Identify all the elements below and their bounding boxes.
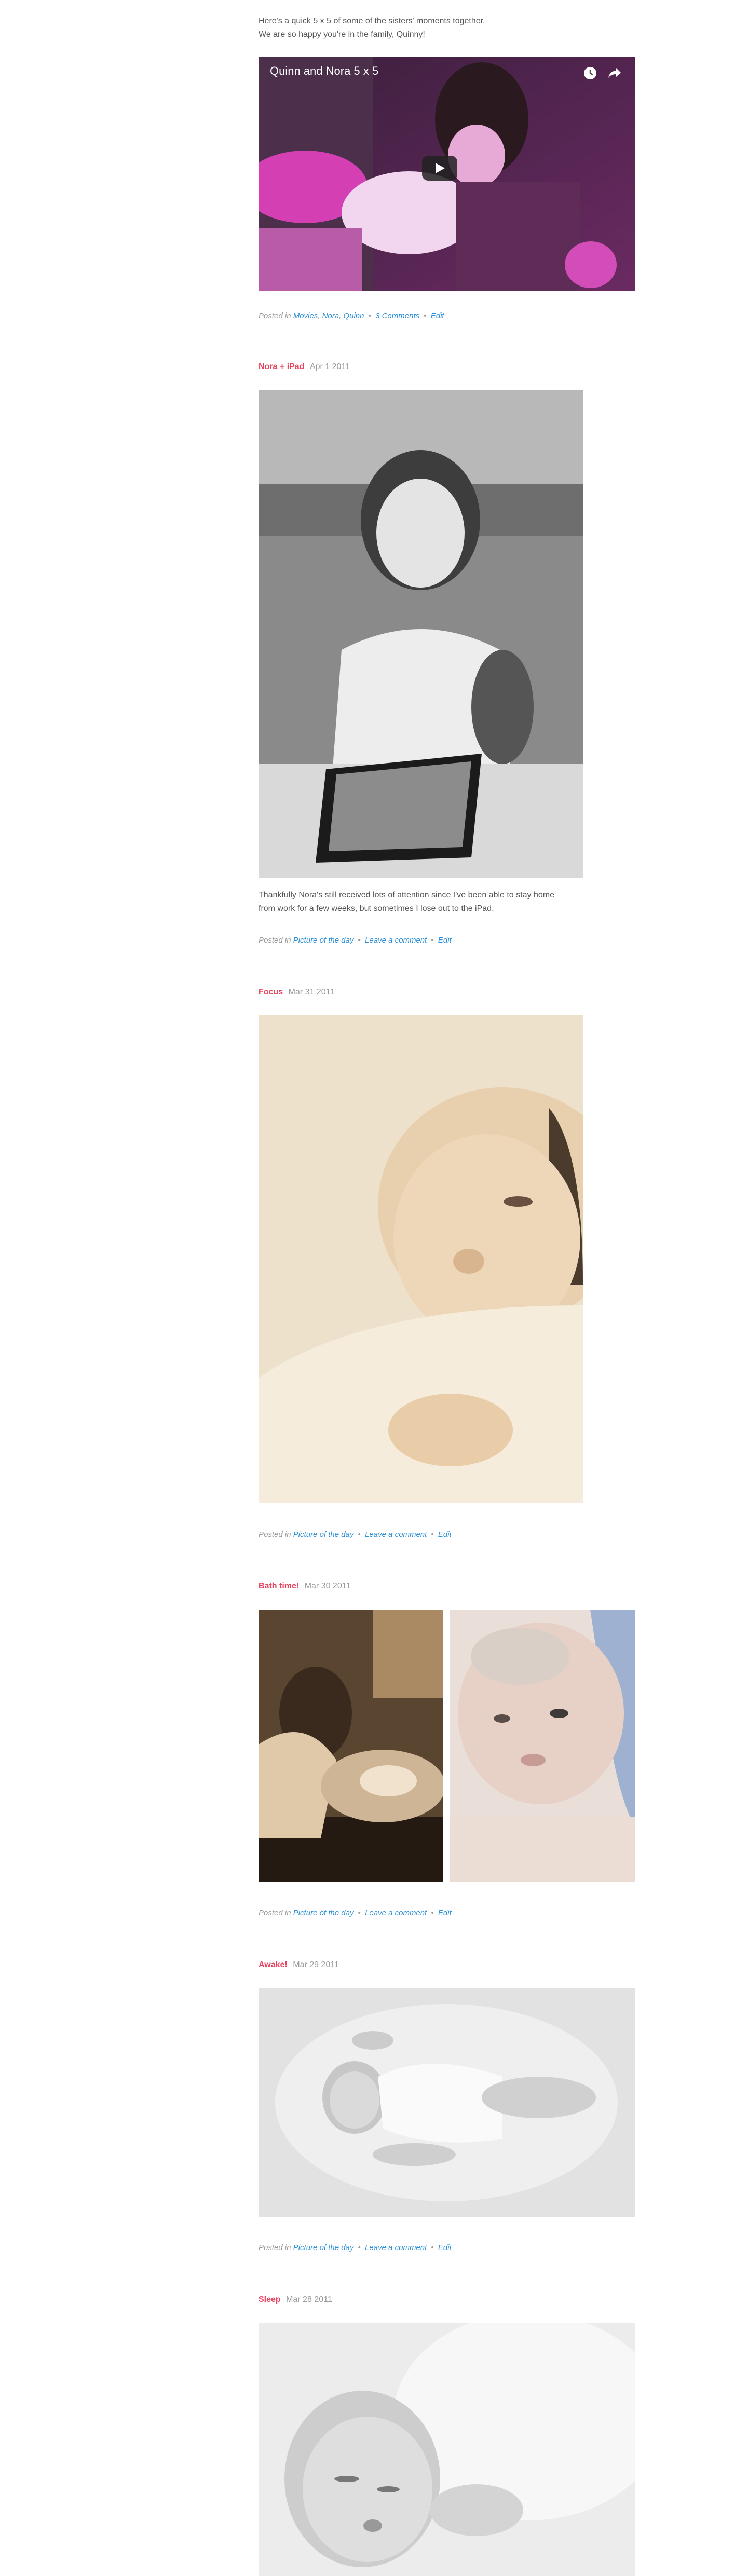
video-title[interactable]: Quinn and Nora 5 x 5 <box>270 64 378 78</box>
category-link-quinn[interactable]: Quinn <box>343 311 364 320</box>
post-date: Mar 28 2011 <box>286 2295 332 2304</box>
post-photo-right[interactable] <box>450 1610 635 1882</box>
post-photo[interactable] <box>259 1988 635 2217</box>
post-header: Bath time! Mar 30 2011 <box>259 1582 635 1591</box>
post-photo[interactable] <box>259 2323 635 2576</box>
separator: • <box>358 1909 361 1917</box>
post-date: Apr 1 2011 <box>309 362 350 371</box>
edit-link[interactable]: Edit <box>438 1909 452 1917</box>
video-player[interactable]: Quinn and Nora 5 x 5 <box>259 57 635 291</box>
posted-in-label: Posted in <box>259 936 291 945</box>
post-date: Mar 30 2011 <box>304 1582 351 1590</box>
category-link[interactable]: Picture of the day <box>293 1530 354 1539</box>
separator: • <box>358 936 361 945</box>
post-date: Mar 31 2011 <box>288 988 335 997</box>
post-text-line: Thankfully Nora's still received lots of… <box>259 891 554 899</box>
post-meta: Posted in Picture of the day • Leave a c… <box>259 2243 635 2252</box>
share-arrow-icon[interactable] <box>605 64 623 82</box>
post-title[interactable]: Bath time! <box>259 1582 299 1590</box>
separator: • <box>431 1530 434 1539</box>
category-link-movies[interactable]: Movies <box>293 311 318 320</box>
post-body: Thankfully Nora's still received lots of… <box>259 889 635 916</box>
separator: • <box>431 1909 434 1917</box>
edit-link[interactable]: Edit <box>431 311 444 320</box>
post-photo-left[interactable] <box>259 1610 443 1882</box>
separator: • <box>431 2243 434 2252</box>
separator: • <box>424 311 427 320</box>
post-text-line: from work for a few weeks, but sometimes… <box>259 904 494 913</box>
post-title[interactable]: Focus <box>259 988 283 997</box>
edit-link[interactable]: Edit <box>438 2243 452 2252</box>
post-meta: Posted in Picture of the day • Leave a c… <box>259 1909 635 1917</box>
posted-in-label: Posted in <box>259 1530 291 1539</box>
clock-icon[interactable] <box>581 64 599 82</box>
play-icon[interactable] <box>422 156 457 181</box>
post-meta: Posted in Picture of the day • Leave a c… <box>259 1530 635 1539</box>
blog-page: { "intro": { "line1": "Here's a quick 5 … <box>0 0 748 2576</box>
category-link[interactable]: Picture of the day <box>293 2243 354 2252</box>
post-title[interactable]: Sleep <box>259 2295 281 2304</box>
category-link[interactable]: Picture of the day <box>293 1909 354 1917</box>
leave-comment-link[interactable]: Leave a comment <box>365 2243 427 2252</box>
leave-comment-link[interactable]: Leave a comment <box>365 936 427 945</box>
posted-in-label: Posted in <box>259 2243 291 2252</box>
post-photo[interactable] <box>259 390 583 878</box>
post-title[interactable]: Nora + iPad <box>259 362 304 371</box>
category-link-nora[interactable]: Nora <box>322 311 339 320</box>
post-date: Mar 29 2011 <box>293 1960 339 1969</box>
post-intro: Here's a quick 5 x 5 of some of the sist… <box>259 15 635 42</box>
post-photo[interactable] <box>259 1015 583 1503</box>
leave-comment-link[interactable]: Leave a comment <box>365 1909 427 1917</box>
post-title[interactable]: Awake! <box>259 1960 288 1969</box>
comments-link[interactable]: 3 Comments <box>375 311 419 320</box>
intro-line: We are so happy you're in the family, Qu… <box>259 30 425 39</box>
separator: • <box>431 936 434 945</box>
post-header: Awake! Mar 29 2011 <box>259 1960 635 1970</box>
posted-in-label: Posted in <box>259 311 291 320</box>
post-header: Nora + iPad Apr 1 2011 <box>259 362 635 372</box>
posted-in-label: Posted in <box>259 1909 291 1917</box>
separator: • <box>358 1530 361 1539</box>
intro-line: Here's a quick 5 x 5 of some of the sist… <box>259 17 485 25</box>
separator: • <box>358 2243 361 2252</box>
post-header: Focus Mar 31 2011 <box>259 988 635 997</box>
post-header: Sleep Mar 28 2011 <box>259 2295 635 2305</box>
post-meta: Posted in Movies, Nora, Quinn • 3 Commen… <box>259 311 444 320</box>
separator: • <box>368 311 371 320</box>
edit-link[interactable]: Edit <box>438 936 452 945</box>
leave-comment-link[interactable]: Leave a comment <box>365 1530 427 1539</box>
category-link[interactable]: Picture of the day <box>293 936 354 945</box>
edit-link[interactable]: Edit <box>438 1530 452 1539</box>
post-meta: Posted in Picture of the day • Leave a c… <box>259 936 635 945</box>
